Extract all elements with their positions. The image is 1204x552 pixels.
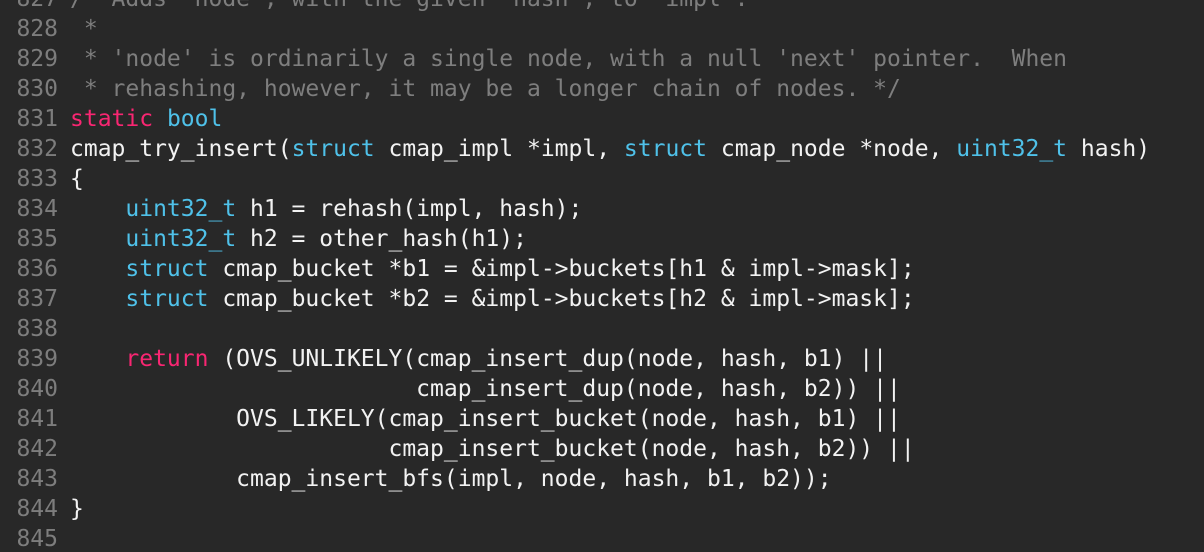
code-editor[interactable]: 827 /* Adds 'node', with the given 'hash'… bbox=[0, 0, 1204, 552]
line-number: 836 bbox=[16, 256, 58, 282]
line-code: cmap_insert_bucket(node, hash, b2)) || bbox=[70, 434, 915, 464]
plain-token: (OVS_UNLIKELY(cmap_insert_dup(node, hash… bbox=[208, 346, 887, 372]
comment-token: /* Adds 'node', with the given 'hash', t… bbox=[70, 0, 749, 12]
code-line[interactable]: 833 { bbox=[0, 164, 1204, 194]
plain-token: cmap_try_insert( bbox=[70, 136, 292, 162]
code-line[interactable]: 837 struct cmap_bucket *b2 = &impl->buck… bbox=[0, 284, 1204, 314]
plain-token: h1 = rehash(impl, hash); bbox=[236, 196, 583, 222]
line-code: struct cmap_bucket *b2 = &impl->buckets[… bbox=[70, 284, 915, 314]
line-number: 835 bbox=[16, 226, 58, 252]
keyword-token: static bbox=[70, 106, 154, 132]
code-line[interactable]: 839 return (OVS_UNLIKELY(cmap_insert_dup… bbox=[0, 344, 1204, 374]
plain-token: cmap_insert_bfs(impl, node, hash, b1, b2… bbox=[70, 466, 832, 492]
comment-token: * 'node' is ordinarily a single node, wi… bbox=[70, 46, 1067, 72]
code-line[interactable]: 842 cmap_insert_bucket(node, hash, b2)) … bbox=[0, 434, 1204, 464]
line-code: * 'node' is ordinarily a single node, wi… bbox=[70, 44, 1067, 74]
plain-token: { bbox=[70, 166, 84, 192]
line-code: uint32_t h1 = rehash(impl, hash); bbox=[70, 194, 582, 224]
line-code: } bbox=[70, 494, 84, 524]
line-number: 838 bbox=[16, 316, 58, 342]
type-token: bool bbox=[166, 106, 223, 132]
line-code: OVS_LIKELY(cmap_insert_bucket(node, hash… bbox=[70, 404, 901, 434]
code-line[interactable]: 834 uint32_t h1 = rehash(impl, hash); bbox=[0, 194, 1204, 224]
plain-token: cmap_node *node, bbox=[707, 136, 957, 162]
line-number: 839 bbox=[16, 346, 58, 372]
line-number: 840 bbox=[16, 376, 58, 402]
plain-token: h2 = other_hash(h1); bbox=[236, 226, 527, 252]
type-token: struct bbox=[291, 136, 375, 162]
line-code: cmap_insert_dup(node, hash, b2)) || bbox=[70, 374, 901, 404]
type-token: struct bbox=[623, 136, 707, 162]
type-token: struct bbox=[125, 286, 209, 312]
code-line[interactable]: 838 bbox=[0, 314, 1204, 344]
code-line[interactable]: 828 * bbox=[0, 14, 1204, 44]
type-token: struct bbox=[125, 256, 209, 282]
line-code: static bool bbox=[70, 104, 222, 134]
plain-token: cmap_bucket *b1 = &impl->buckets[h1 & im… bbox=[208, 256, 915, 282]
code-line[interactable]: 835 uint32_t h2 = other_hash(h1); bbox=[0, 224, 1204, 254]
line-number: 828 bbox=[16, 16, 58, 42]
line-number: 842 bbox=[16, 436, 58, 462]
line-number: 843 bbox=[16, 466, 58, 492]
comment-token: * bbox=[70, 16, 98, 42]
line-number: 832 bbox=[16, 136, 58, 162]
plain-token: OVS_LIKELY(cmap_insert_bucket(node, hash… bbox=[70, 406, 901, 432]
line-number: 833 bbox=[16, 166, 58, 192]
line-number: 827 bbox=[0, 0, 58, 14]
code-line[interactable]: 831 static bool bbox=[0, 104, 1204, 134]
code-line[interactable]: 840 cmap_insert_dup(node, hash, b2)) || bbox=[0, 374, 1204, 404]
comment-token: * rehashing, however, it may be a longer… bbox=[70, 76, 901, 102]
plain-token: cmap_bucket *b2 = &impl->buckets[h2 & im… bbox=[208, 286, 915, 312]
type-token: uint32_t bbox=[125, 226, 237, 252]
code-line[interactable]: 830 * rehashing, however, it may be a lo… bbox=[0, 74, 1204, 104]
type-token: uint32_t bbox=[125, 196, 237, 222]
line-code: cmap_insert_bfs(impl, node, hash, b1, b2… bbox=[70, 464, 832, 494]
code-line[interactable]: 836 struct cmap_bucket *b1 = &impl->buck… bbox=[0, 254, 1204, 284]
line-code: { bbox=[70, 164, 84, 194]
code-line[interactable]: 845 bbox=[0, 524, 1204, 552]
line-number: 831 bbox=[16, 106, 58, 132]
line-number: 829 bbox=[16, 46, 58, 72]
line-number: 845 bbox=[16, 526, 58, 552]
code-line[interactable]: 827 /* Adds 'node', with the given 'hash'… bbox=[0, 0, 1204, 14]
line-number: 837 bbox=[16, 286, 58, 312]
code-lines: 827 /* Adds 'node', with the given 'hash'… bbox=[0, 0, 1204, 552]
line-code: return (OVS_UNLIKELY(cmap_insert_dup(nod… bbox=[70, 344, 887, 374]
code-line[interactable]: 841 OVS_LIKELY(cmap_insert_bucket(node, … bbox=[0, 404, 1204, 434]
code-line[interactable]: 843 cmap_insert_bfs(impl, node, hash, b1… bbox=[0, 464, 1204, 494]
line-number: 834 bbox=[16, 196, 58, 222]
type-token: uint32_t bbox=[956, 136, 1068, 162]
line-number: 830 bbox=[16, 76, 58, 102]
plain-token: hash) bbox=[1067, 136, 1151, 162]
line-code: struct cmap_bucket *b1 = &impl->buckets[… bbox=[70, 254, 915, 284]
line-number: 841 bbox=[16, 406, 58, 432]
line-number: 844 bbox=[16, 496, 58, 522]
line-code: uint32_t h2 = other_hash(h1); bbox=[70, 224, 527, 254]
plain-token: cmap_impl *impl, bbox=[374, 136, 624, 162]
line-code: /* Adds 'node', with the given 'hash', t… bbox=[70, 0, 749, 14]
code-line[interactable]: 844} bbox=[0, 494, 1204, 524]
line-code: * bbox=[70, 14, 98, 44]
code-line[interactable]: 829 * 'node' is ordinarily a single node… bbox=[0, 44, 1204, 74]
plain-token: } bbox=[70, 496, 84, 522]
keyword-token: return bbox=[125, 346, 209, 372]
line-code: * rehashing, however, it may be a longer… bbox=[70, 74, 901, 104]
plain-token: cmap_insert_bucket(node, hash, b2)) || bbox=[70, 436, 915, 462]
code-line[interactable]: 832 cmap_try_insert(struct cmap_impl *imp… bbox=[0, 134, 1204, 164]
line-code: cmap_try_insert(struct cmap_impl *impl, … bbox=[70, 134, 1150, 164]
plain-token: cmap_insert_dup(node, hash, b2)) || bbox=[70, 376, 901, 402]
